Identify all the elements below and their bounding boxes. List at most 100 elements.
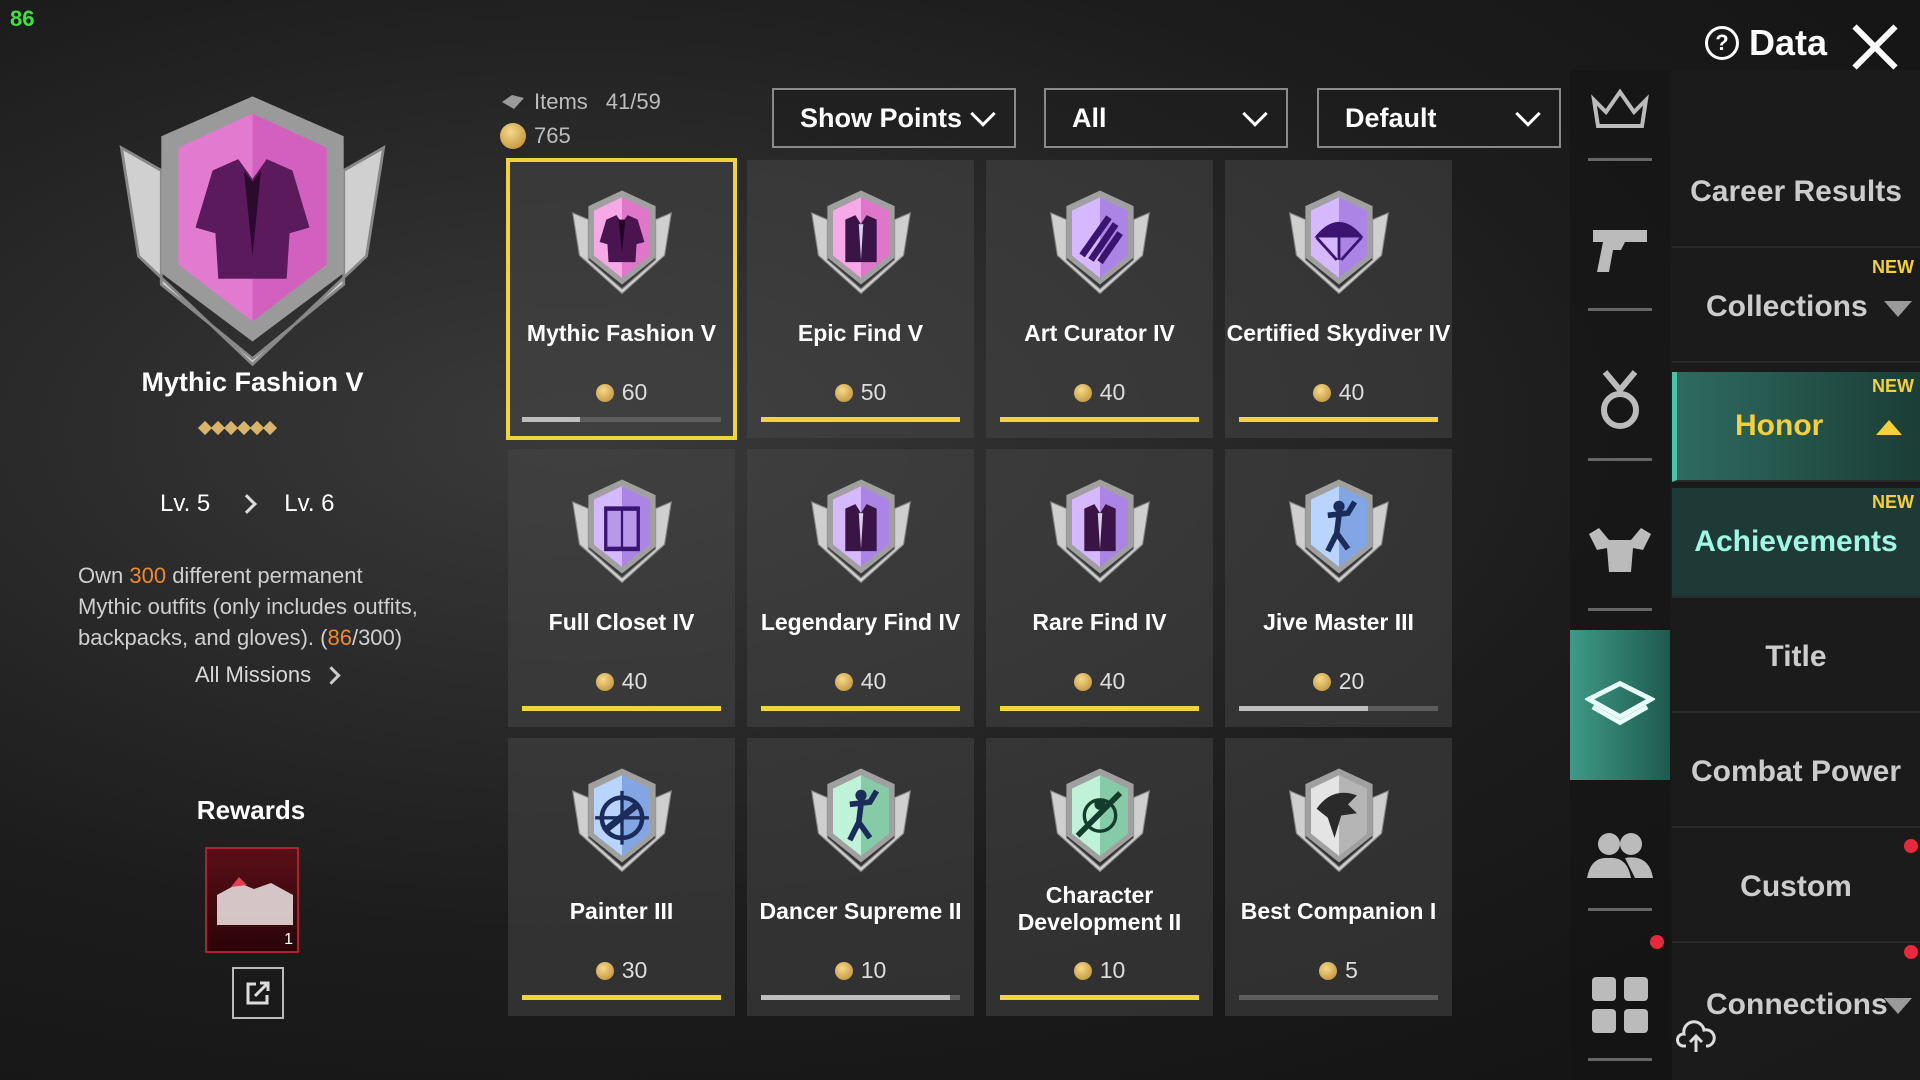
dropdown-value: Default	[1345, 102, 1437, 133]
achievement-card[interactable]: Legendary Find IV 40	[747, 449, 974, 727]
achievement-card[interactable]: Dancer Supreme II 10	[747, 738, 974, 1016]
progress-bar	[1000, 995, 1199, 1000]
new-badge: NEW	[1872, 492, 1914, 512]
points-value: 10	[860, 957, 887, 983]
chevron-down-icon	[1515, 101, 1541, 127]
menu-custom[interactable]: Custom	[1672, 833, 1920, 959]
mythic-fashion-badge-large	[119, 96, 386, 367]
points-coin-icon	[1312, 672, 1331, 691]
achievement-points: 40	[508, 668, 735, 695]
triangle-down-icon	[1884, 301, 1912, 317]
achievement-card[interactable]: Best Companion I 5	[1225, 738, 1452, 1016]
points-coin-icon	[500, 123, 526, 149]
points-coin-icon	[1312, 383, 1331, 402]
jacket-badge-icon	[572, 190, 672, 295]
closet-badge-icon	[572, 479, 672, 584]
achievement-card[interactable]: Painter III 30	[508, 738, 735, 1016]
progress-bar	[1239, 995, 1438, 1000]
reward-item[interactable]: 1	[205, 847, 299, 953]
category-filter-dropdown[interactable]: All	[1044, 88, 1288, 148]
all-missions-link[interactable]: All Missions	[195, 662, 341, 688]
category-rail	[1570, 70, 1670, 1080]
menu-label: Career Results	[1690, 175, 1902, 208]
menu-label: Collections	[1706, 290, 1868, 323]
menu-combat-power[interactable]: Combat Power	[1672, 718, 1920, 828]
reward-outfit-icon	[217, 877, 293, 925]
reward-count: 1	[284, 931, 293, 948]
achievement-card[interactable]: Rare Find IV 40	[986, 449, 1213, 727]
sort-dropdown[interactable]: Default	[1317, 88, 1561, 148]
triangle-down-icon	[1884, 998, 1912, 1014]
pistol-icon[interactable]	[1585, 215, 1655, 285]
share-button[interactable]	[232, 967, 284, 1019]
show-points-dropdown[interactable]: Show Points	[772, 88, 1016, 148]
points-coin-icon	[1073, 961, 1092, 980]
progress-fill	[1000, 995, 1199, 1000]
progress-fill	[761, 417, 960, 422]
new-badge: NEW	[1872, 257, 1914, 277]
points-value: 20	[1338, 668, 1365, 694]
crown-icon[interactable]	[1585, 75, 1655, 145]
vest-badge-icon	[811, 479, 911, 584]
menu-career-results[interactable]: Career Results	[1672, 138, 1920, 248]
achievement-card[interactable]: Epic Find V 50	[747, 160, 974, 438]
star-rating	[197, 420, 278, 436]
achievement-points: 40	[747, 668, 974, 695]
achievement-points: 40	[1225, 379, 1452, 406]
menu-collections[interactable]: Collections NEW	[1672, 253, 1920, 363]
achievement-points: 5	[1225, 957, 1452, 984]
share-icon	[246, 981, 270, 1005]
menu-label: Honor	[1735, 409, 1824, 442]
points-coin-icon	[834, 961, 853, 980]
detail-title: Mythic Fashion V	[141, 367, 364, 397]
desc-progress: 86	[327, 625, 352, 650]
achievement-card[interactable]: Art Curator IV 40	[986, 160, 1213, 438]
achievement-card[interactable]: Mythic Fashion V 60	[506, 158, 737, 440]
points-value: 40	[1099, 379, 1126, 405]
points-coin-icon	[834, 672, 853, 691]
desc-text: /300)	[351, 625, 403, 650]
menu-honor[interactable]: Honor NEW	[1672, 372, 1920, 482]
menu-achievements[interactable]: Achievements NEW	[1672, 488, 1920, 598]
achievement-card[interactable]: Jive Master III 20	[1225, 449, 1452, 727]
menu-label: Title	[1765, 640, 1827, 673]
points-coin-icon	[1319, 961, 1338, 980]
achievement-card[interactable]: Full Closet IV 40	[508, 449, 735, 727]
items-icon	[502, 95, 524, 109]
notification-dot	[1904, 839, 1918, 853]
crosshair-badge-icon	[572, 768, 672, 873]
level-current: Lv. 5	[160, 490, 211, 517]
medal-icon[interactable]	[1585, 365, 1655, 435]
level-next: Lv. 6	[284, 490, 335, 517]
rewards-heading: Rewards	[196, 795, 306, 825]
chevron-right-icon	[237, 494, 258, 514]
chevron-down-icon	[970, 101, 996, 127]
grid-icon[interactable]	[1585, 970, 1655, 1040]
achievement-card[interactable]: Certified Skydiver IV 40	[1225, 160, 1452, 438]
achievement-name: Painter III	[569, 898, 674, 924]
progress-bar	[761, 995, 960, 1000]
points-coin-icon	[1073, 383, 1092, 402]
achievement-points: 10	[747, 957, 974, 984]
points-coin-icon	[595, 383, 614, 402]
vest-badge-icon	[1050, 479, 1150, 584]
items-label: Items	[534, 89, 588, 114]
achievement-points: 20	[1225, 668, 1452, 695]
progress-fill	[522, 706, 721, 711]
achievement-name: Dancer Supreme II	[759, 898, 962, 924]
points-value: 40	[1099, 668, 1126, 694]
points-coin-icon	[595, 672, 614, 691]
chevron-down-icon	[1242, 101, 1268, 127]
rail-divider	[1588, 908, 1652, 911]
achievement-card[interactable]: Character Development II 10	[986, 738, 1213, 1016]
star-diamond-icon	[262, 420, 278, 436]
cloud-upload-icon[interactable]	[1676, 1020, 1716, 1054]
data-help-button[interactable]: ? Data	[1705, 22, 1827, 64]
close-button[interactable]	[1850, 22, 1900, 72]
help-icon: ?	[1705, 26, 1739, 60]
menu-title[interactable]: Title	[1672, 603, 1920, 713]
level-progression: Lv. 5 Lv. 6	[160, 490, 335, 518]
muscle-icon[interactable]	[1585, 515, 1655, 585]
friends-icon[interactable]	[1585, 820, 1655, 890]
chest-icon[interactable]	[1585, 670, 1655, 740]
